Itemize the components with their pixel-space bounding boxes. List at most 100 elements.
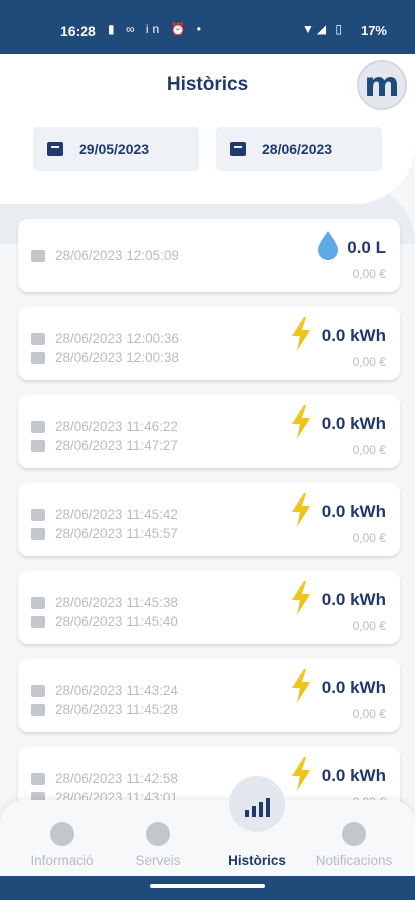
- card-end-line: 28/06/2023 11:45:57: [31, 524, 178, 543]
- bell-icon: [342, 822, 366, 846]
- start-time-icon: [31, 420, 45, 433]
- avatar[interactable]: m: [357, 60, 407, 110]
- notification-icons: ▮ ∞ in ⏰ •: [108, 22, 205, 36]
- card-start: 28/06/2023 11:45:38: [55, 595, 178, 610]
- lightning-bolt-icon: [292, 669, 310, 703]
- status-time: 16:28: [60, 23, 96, 39]
- history-card[interactable]: 28/06/2023 12:05:09 0.0 L 0,00 €: [18, 219, 400, 292]
- start-time-icon: [31, 772, 45, 785]
- date-from-field[interactable]: 29/05/2023: [33, 127, 199, 171]
- card-start-line: 28/06/2023 11:46:22: [31, 417, 178, 436]
- start-time-icon: [31, 249, 45, 262]
- card-end: 28/06/2023 11:47:27: [55, 438, 178, 453]
- bar-chart-bar: [244, 810, 249, 817]
- water-drop-icon: [318, 231, 338, 260]
- card-end-line: 28/06/2023 11:47:27: [31, 436, 178, 455]
- card-price: 0,00 €: [352, 619, 386, 633]
- home-gesture-pill[interactable]: [150, 884, 265, 888]
- card-times: 28/06/2023 11:43:24 28/06/2023 11:45:28: [31, 681, 178, 719]
- calendar-start-icon: [47, 142, 63, 156]
- card-end-line: 28/06/2023 12:00:38: [31, 348, 179, 367]
- end-time-icon: [31, 351, 45, 364]
- system-nav-bar: [0, 876, 415, 900]
- lightning-bolt-icon: [292, 581, 310, 615]
- lightning-bolt-icon: [292, 405, 310, 439]
- header: Històrics m 29/05/2023 28/06/2023: [0, 54, 415, 204]
- start-time-icon: [31, 596, 45, 609]
- card-price: 0,00 €: [352, 267, 386, 281]
- battery-level: 17%: [360, 23, 387, 38]
- nav-historics-label: Històrics: [228, 853, 286, 868]
- card-end-line: 28/06/2023 11:45:28: [31, 700, 178, 719]
- card-start: 28/06/2023 11:42:58: [55, 771, 178, 786]
- card-end: 28/06/2023 11:45:28: [55, 702, 178, 717]
- start-time-icon: [31, 508, 45, 521]
- card-amount: 0.0 kWh: [321, 326, 386, 345]
- signal-icons: ▼◢ ▯: [301, 22, 345, 36]
- nav-informacio-label: Informació: [30, 853, 94, 868]
- end-time-icon: [31, 527, 45, 540]
- card-start: 28/06/2023 11:45:42: [55, 507, 178, 522]
- bar-chart-bar: [251, 806, 256, 817]
- card-start: 28/06/2023 11:46:22: [55, 419, 178, 434]
- card-start-line: 28/06/2023 11:45:42: [31, 505, 178, 524]
- lightning-bolt-icon: [292, 317, 310, 351]
- card-price: 0,00 €: [352, 443, 386, 457]
- card-times: 28/06/2023 12:05:09: [31, 246, 179, 265]
- card-start-line: 28/06/2023 11:43:24: [31, 681, 178, 700]
- card-amount: 0.0 kWh: [321, 414, 386, 433]
- card-start: 28/06/2023 11:43:24: [55, 683, 178, 698]
- history-card[interactable]: 28/06/2023 11:46:22 28/06/2023 11:47:27 …: [18, 395, 400, 468]
- card-start-line: 28/06/2023 12:00:36: [31, 329, 179, 348]
- card-times: 28/06/2023 11:46:22 28/06/2023 11:47:27: [31, 417, 178, 455]
- card-price: 0,00 €: [352, 531, 386, 545]
- card-times: 28/06/2023 11:45:38 28/06/2023 11:45:40: [31, 593, 178, 631]
- card-amount: 0.0 L: [347, 238, 386, 257]
- date-from-value: 29/05/2023: [79, 141, 150, 157]
- nav-informacio[interactable]: Informació: [12, 822, 112, 868]
- historics-screen: Històrics m 29/05/2023 28/06/2023 28/06/…: [0, 54, 415, 876]
- lightning-bolt-icon: [292, 493, 310, 527]
- bottom-nav: Informació Serveis Històrics Notificacio…: [0, 800, 415, 876]
- date-to-field[interactable]: 28/06/2023: [216, 127, 382, 171]
- card-price: 0,00 €: [352, 707, 386, 721]
- calendar-end-icon: [230, 142, 246, 156]
- history-card[interactable]: 28/06/2023 12:00:36 28/06/2023 12:00:38 …: [18, 307, 400, 380]
- bar-chart-bar: [265, 798, 270, 817]
- history-card[interactable]: 28/06/2023 11:43:24 28/06/2023 11:45:28 …: [18, 659, 400, 732]
- nav-serveis-label: Serveis: [135, 853, 181, 868]
- nav-notificacions[interactable]: Notificacions: [304, 822, 404, 868]
- card-times: 28/06/2023 12:00:36 28/06/2023 12:00:38: [31, 329, 179, 367]
- card-price: 0,00 €: [352, 355, 386, 369]
- card-start-line: 28/06/2023 11:42:58: [31, 769, 178, 788]
- card-amount: 0.0 kWh: [321, 590, 386, 609]
- card-amount: 0.0 kWh: [321, 678, 386, 697]
- status-bar: 16:28 ▮ ∞ in ⏰ • ▼◢ ▯ 17%: [0, 0, 415, 54]
- plug-icon: [146, 822, 170, 846]
- history-card[interactable]: 28/06/2023 11:45:38 28/06/2023 11:45:40 …: [18, 571, 400, 644]
- info-icon: [50, 822, 74, 846]
- card-start: 28/06/2023 12:00:36: [55, 331, 179, 346]
- end-time-icon: [31, 439, 45, 452]
- date-to-value: 28/06/2023: [262, 141, 333, 157]
- history-list[interactable]: 28/06/2023 12:05:09 0.0 L 0,00 € 28/06/2…: [18, 219, 400, 835]
- nav-notificacions-label: Notificacions: [315, 853, 393, 868]
- card-start-line: 28/06/2023 12:05:09: [31, 246, 179, 265]
- card-start: 28/06/2023 12:05:09: [55, 248, 179, 263]
- bar-chart-icon[interactable]: [229, 776, 285, 832]
- history-card[interactable]: 28/06/2023 11:45:42 28/06/2023 11:45:57 …: [18, 483, 400, 556]
- lightning-bolt-icon: [292, 757, 310, 791]
- page-title: Històrics: [166, 74, 249, 95]
- start-time-icon: [31, 684, 45, 697]
- card-end-line: 28/06/2023 11:45:40: [31, 612, 178, 631]
- card-amount: 0.0 kWh: [321, 766, 386, 785]
- card-times: 28/06/2023 11:45:42 28/06/2023 11:45:57: [31, 505, 178, 543]
- end-time-icon: [31, 615, 45, 628]
- card-start-line: 28/06/2023 11:45:38: [31, 593, 178, 612]
- bar-chart-bar: [258, 802, 263, 817]
- start-time-icon: [31, 332, 45, 345]
- card-end: 28/06/2023 11:45:57: [55, 526, 178, 541]
- card-end: 28/06/2023 12:00:38: [55, 350, 179, 365]
- nav-serveis[interactable]: Serveis: [108, 822, 208, 868]
- end-time-icon: [31, 703, 45, 716]
